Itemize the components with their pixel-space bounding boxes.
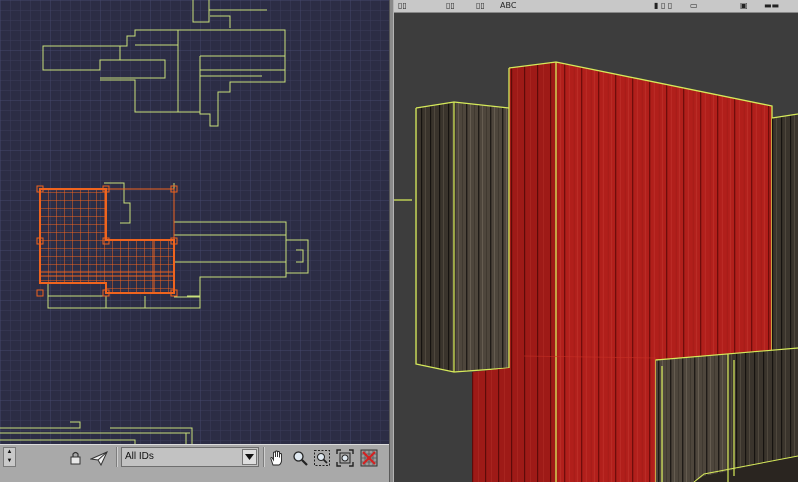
material-id-dropdown[interactable]: All IDs xyxy=(121,447,259,467)
uv-canvas[interactable] xyxy=(0,0,389,444)
abc-label[interactable]: ABC xyxy=(500,1,516,10)
toolbar-glyph[interactable]: ▮ ▯ ▯ xyxy=(654,1,672,10)
dark-wood-crate-bottom xyxy=(655,347,798,482)
dark-wood-block-right xyxy=(771,113,798,354)
toolbar-glyph[interactable]: ▭ xyxy=(690,1,698,10)
dark-wood-block-left xyxy=(415,101,510,373)
toolbar-glyph[interactable]: ▬▬ xyxy=(764,1,779,10)
toolbar-glyph[interactable]: ▯▯ xyxy=(446,1,455,10)
checker-grid-icon[interactable] xyxy=(358,448,380,468)
toolbar-glyph[interactable]: ▣ xyxy=(740,1,748,10)
viewport-scene[interactable] xyxy=(394,0,798,482)
toolbar-separator xyxy=(263,447,265,467)
padlock-icon[interactable] xyxy=(64,448,86,468)
magnifier-icon[interactable] xyxy=(289,448,311,468)
material-id-dropdown-value: All IDs xyxy=(125,451,154,462)
zoom-region-icon[interactable] xyxy=(311,448,333,468)
chevron-down-icon[interactable] xyxy=(242,449,257,465)
spinner-control[interactable]: ▲ ▼ xyxy=(3,447,16,467)
paper-plane-icon[interactable] xyxy=(88,448,110,468)
zoom-extents-icon[interactable] xyxy=(334,448,356,468)
uv-editor-panel: ▲ ▼ All IDs xyxy=(0,0,389,482)
viewport-top-toolbar: ▯▯ ▯▯ ▯▯ ABC ▮ ▯ ▯ ▭ ▣ ▬▬ xyxy=(394,0,798,13)
toolbar-glyph[interactable]: ▯▯ xyxy=(398,1,407,10)
hand-icon[interactable] xyxy=(266,448,288,468)
toolbar-glyph[interactable]: ▯▯ xyxy=(476,1,485,10)
toolbar-separator xyxy=(116,447,118,467)
perspective-viewport[interactable]: ▯▯ ▯▯ ▯▯ ABC ▮ ▯ ▯ ▭ ▣ ▬▬ xyxy=(394,0,798,482)
